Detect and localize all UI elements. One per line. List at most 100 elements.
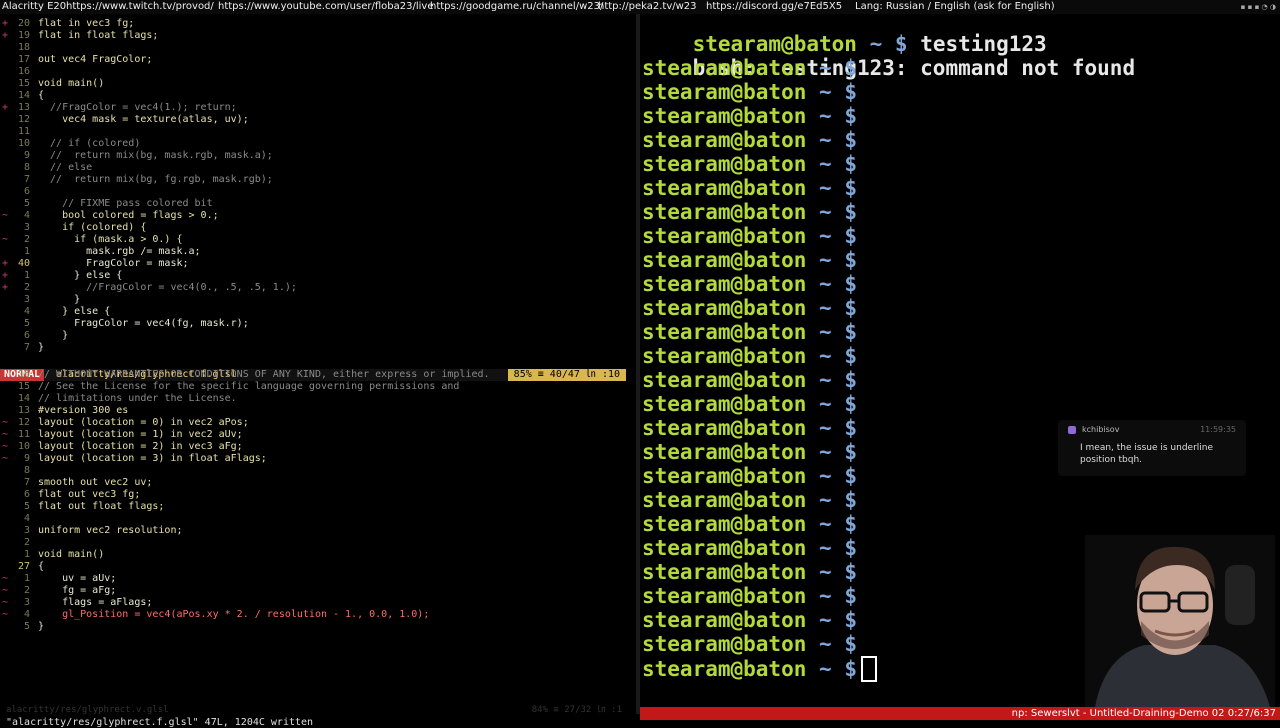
- line-number: 12: [17, 417, 30, 428]
- code-text: uv = aUv;: [38, 573, 117, 584]
- code-line[interactable]: 6 flat out vec3 fg;: [0, 489, 636, 501]
- code-line[interactable]: 11: [0, 126, 636, 138]
- line-number: 3: [23, 525, 30, 536]
- code-line[interactable]: 27 {: [0, 561, 636, 573]
- code-line[interactable]: 3 if (colored) {: [0, 222, 636, 234]
- code-text: //FragColor = vec4(1.); return;: [38, 102, 237, 113]
- vim-editor-pane[interactable]: +20 flat in vec3 fg; +19 flat in float flag…: [0, 14, 636, 728]
- terminal-prompt-line: stearam@baton ~ $: [642, 536, 857, 560]
- vim-statusline-inactive: alacritty/res/glyphrect.v.glsl 84% ≡ 27/…: [0, 704, 626, 716]
- code-text: uniform vec2 resolution;: [38, 525, 183, 536]
- code-line[interactable]: 14 // limitations under the License.: [0, 393, 636, 405]
- line-number: 20: [17, 18, 30, 29]
- code-text: //FragColor = vec4(0., .5, .5, 1.);: [38, 282, 297, 293]
- code-line[interactable]: ~1 uv = aUv;: [0, 573, 636, 585]
- code-line[interactable]: 15 void main(): [0, 78, 636, 90]
- terminal-prompt-line: stearam@baton ~ $: [642, 248, 857, 272]
- code-line[interactable]: 5}: [0, 621, 636, 633]
- terminal-prompt-line: stearam@baton ~ $: [642, 632, 857, 656]
- line-number: 16: [17, 66, 30, 77]
- code-line[interactable]: +19 flat in float flags;: [0, 30, 636, 42]
- code-line[interactable]: 10 // if (colored): [0, 138, 636, 150]
- code-line[interactable]: ~3 flags = aFlags;: [0, 597, 636, 609]
- code-line[interactable]: 17 out vec4 FragColor;: [0, 54, 636, 66]
- code-line[interactable]: ~9 layout (location = 3) in float aFlags;: [0, 453, 636, 465]
- code-line[interactable]: 8: [0, 465, 636, 477]
- code-line[interactable]: 7}: [0, 342, 636, 354]
- chat-popup: kchibisov 11:59:35 I mean, the issue is …: [1058, 420, 1246, 476]
- line-number: 7: [23, 174, 30, 185]
- line-number: 9: [23, 150, 30, 161]
- code-text: layout (location = 3) in float aFlags;: [38, 453, 267, 464]
- code-line[interactable]: 18: [0, 42, 636, 54]
- line-number: 19: [17, 30, 30, 41]
- code-line[interactable]: 4: [0, 513, 636, 525]
- terminal-prompt-line: stearam@baton ~ $: [642, 464, 857, 488]
- terminal-cursor[interactable]: [861, 656, 877, 682]
- code-text: FragColor = mask;: [38, 258, 189, 269]
- link-twitch[interactable]: https://www.twitch.tv/provod/: [66, 1, 214, 12]
- code-line[interactable]: 1 void main(): [0, 549, 636, 561]
- code-line[interactable]: ~12 layout (location = 0) in vec2 aPos;: [0, 417, 636, 429]
- code-line[interactable]: ~11 layout (location = 1) in vec2 aUv;: [0, 429, 636, 441]
- code-line[interactable]: ~2 fg = aFg;: [0, 585, 636, 597]
- code-line[interactable]: 5 flat out float flags;: [0, 501, 636, 513]
- line-number: 13: [17, 405, 30, 416]
- code-line[interactable]: 5 // FIXME pass colored bit: [0, 198, 636, 210]
- line-number: 7: [23, 477, 30, 488]
- line-number: 18: [17, 42, 30, 53]
- link-goodgame[interactable]: https://goodgame.ru/channel/w23/: [430, 1, 603, 12]
- code-line[interactable]: +2 //FragColor = vec4(0., .5, .5, 1.);: [0, 282, 636, 294]
- link-youtube[interactable]: https://www.youtube.com/user/floba23/liv…: [218, 1, 433, 12]
- code-line[interactable]: 2: [0, 537, 636, 549]
- line-number: 16: [17, 369, 30, 380]
- code-line[interactable]: +20 flat in vec3 fg;: [0, 18, 636, 30]
- top-bar: Alacritty E20 https://www.twitch.tv/prov…: [0, 0, 1280, 14]
- code-text: void main(): [38, 78, 105, 89]
- code-line[interactable]: ~4 bool colored = flags > 0.;: [0, 210, 636, 222]
- code-line[interactable]: 5 FragColor = vec4(fg, mask.r);: [0, 318, 636, 330]
- code-line[interactable]: 15 // See the License for the specific la…: [0, 381, 636, 393]
- line-number: 5: [23, 318, 30, 329]
- code-line[interactable]: 12 vec4 mask = texture(atlas, uv);: [0, 114, 636, 126]
- code-line[interactable]: 7 smooth out vec2 uv;: [0, 477, 636, 489]
- line-number: 4: [23, 306, 30, 317]
- terminal-prompt-line: stearam@baton ~ $: [642, 512, 857, 536]
- code-text: // return mix(bg, mask.rgb, mask.a);: [38, 150, 273, 161]
- terminal-prompt-line: stearam@baton ~ $: [642, 104, 857, 128]
- webcam-person-icon: [1085, 535, 1275, 707]
- line-number: 4: [23, 210, 30, 221]
- window-title: Alacritty E20: [2, 1, 67, 12]
- code-text: }: [38, 330, 69, 341]
- statusline-file-inactive: alacritty/res/glyphrect.v.glsl: [6, 705, 169, 715]
- code-line[interactable]: 9 // return mix(bg, mask.rgb, mask.a);: [0, 150, 636, 162]
- code-line[interactable]: 14 {: [0, 90, 636, 102]
- code-text: } else {: [38, 306, 111, 317]
- vim-command-line[interactable]: "alacritty/res/glyphrect.f.glsl" 47L, 12…: [6, 717, 313, 728]
- line-number: 5: [23, 621, 30, 632]
- code-line[interactable]: +1 } else {: [0, 270, 636, 282]
- code-line[interactable]: +13 //FragColor = vec4(1.); return;: [0, 102, 636, 114]
- code-text: layout (location = 0) in vec2 aPos;: [38, 417, 249, 428]
- code-line[interactable]: ~4 gl_Position = vec4(aPos.xy * 2. / res…: [0, 609, 636, 621]
- code-line[interactable]: ~2 if (mask.a > 0.) {: [0, 234, 636, 246]
- code-line[interactable]: +40 FragColor = mask;: [0, 258, 636, 270]
- code-line[interactable]: 4 } else {: [0, 306, 636, 318]
- code-text: void main(): [38, 549, 105, 560]
- code-line[interactable]: 16 // WITHOUT WARRANTIES OR CONDITIONS OF…: [0, 369, 636, 381]
- code-line[interactable]: 6 }: [0, 330, 636, 342]
- code-line[interactable]: 7 // return mix(bg, fg.rgb, mask.rgb);: [0, 174, 636, 186]
- terminal-prompt-line: stearam@baton ~ $: [642, 80, 857, 104]
- code-line[interactable]: 1 mask.rgb /= mask.a;: [0, 246, 636, 258]
- code-text: out vec4 FragColor;: [38, 54, 153, 65]
- code-line[interactable]: 3 uniform vec2 resolution;: [0, 525, 636, 537]
- code-line[interactable]: 8 // else: [0, 162, 636, 174]
- code-line[interactable]: 6: [0, 186, 636, 198]
- line-number: 17: [17, 54, 30, 65]
- terminal-prompt-line: stearam@baton ~ $: [642, 128, 857, 152]
- code-line[interactable]: 3 }: [0, 294, 636, 306]
- code-line[interactable]: 16: [0, 66, 636, 78]
- code-line[interactable]: ~10 layout (location = 2) in vec3 aFg;: [0, 441, 636, 453]
- code-line[interactable]: 13 #version 300 es: [0, 405, 636, 417]
- terminal-prompt-line: stearam@baton ~ $: [642, 56, 857, 80]
